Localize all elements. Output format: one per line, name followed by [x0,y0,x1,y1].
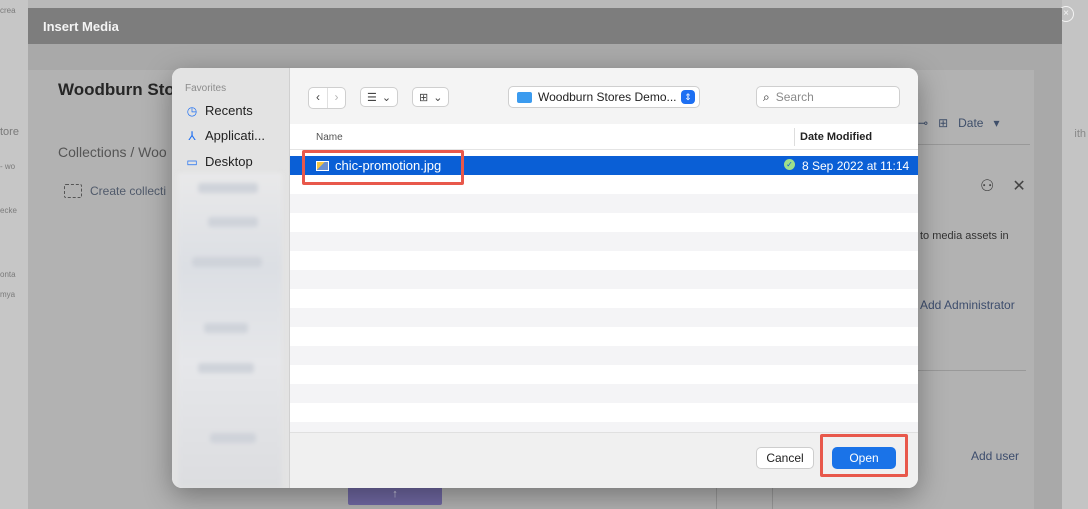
file-date: 8 Sep 2022 at 11:14 [802,159,910,173]
divider [918,144,1030,145]
bg-fragment: crea [0,6,16,15]
annotation-highlight-open [820,434,908,477]
column-date-modified[interactable]: Date Modified [800,131,872,143]
sort-control[interactable]: ⊸ ⊞ Date ▾ [918,116,1000,130]
sidebar-item-applications[interactable]: ⅄ Applicati... [185,128,265,143]
empty-row [290,308,918,327]
bg-fragment: mya [0,290,16,299]
sidebar-section-favorites: Favorites [185,83,227,94]
cancel-button[interactable]: Cancel [756,447,814,469]
annotation-highlight-file [302,150,464,185]
column-separator [794,128,795,146]
bg-fragment: onta [0,270,16,279]
dialog-sidebar: Favorites ◷ Recents ⅄ Applicati... ▭ Des… [172,68,290,488]
icon-view-button[interactable]: ⊞ ⌄ [412,87,450,107]
blurred-item [210,433,256,443]
location-popup[interactable]: Woodburn Stores Demo... ⇕ [508,86,700,108]
applications-icon: ⅄ [188,128,196,143]
blurred-item [198,183,258,193]
folder-icon [517,91,532,103]
search-input[interactable] [775,90,876,104]
sidebar-blurred-region [178,173,282,488]
create-collection-button[interactable]: Create collecti [64,184,166,198]
sidebar-item-recents[interactable]: ◷ Recents [185,103,253,118]
navigation-buttons: ‹ › [308,87,346,109]
caret-down-icon: ▾ [993,116,1000,130]
column-name[interactable]: Name [316,132,343,143]
filter-icon: ⊸ [918,116,929,130]
sidebar-item-desktop[interactable]: ▭ Desktop [185,154,253,169]
background-left-strip: crea tore - wo ecke onta mya [0,0,28,509]
empty-row [290,194,918,213]
list-view-button[interactable]: ☰ ⌄ [360,87,399,107]
add-administrator-link[interactable]: Add Administrator [920,298,1015,312]
blurred-item [198,363,254,373]
bg-fragment: ith [1074,128,1086,140]
chevron-down-icon: ⌄ [433,91,443,104]
empty-row [290,384,918,403]
dialog-toolbar: ‹ › ☰ ⌄ ⊞ ⌄ Woodburn Stores Demo... ⇕ ⌕ [290,68,918,124]
blurred-item [208,217,258,227]
chevron-down-icon: ⌄ [381,91,392,104]
empty-row [290,270,918,289]
blurred-item [192,257,262,267]
search-icon: ⌕ [763,89,770,104]
bg-fragment: tore [0,126,19,138]
desktop-icon: ▭ [186,154,198,169]
location-label: Woodburn Stores Demo... [538,90,677,104]
blurred-item [204,323,248,333]
grid-icon: ⊞ [419,91,429,104]
sidebar-item-label: Recents [205,103,253,118]
column-header: Name Date Modified [290,124,918,150]
folder-add-icon [64,184,82,198]
sidebar-item-label: Desktop [205,154,253,169]
store-title: Woodburn Sto [58,80,175,99]
background-right-strip: ith [1062,0,1088,509]
empty-row [290,422,918,432]
create-collection-label: Create collecti [90,184,167,198]
list-icon: ☰ [367,91,377,104]
sort-label: Date [958,116,984,130]
search-field[interactable]: ⌕ [756,86,900,108]
modal-header: Insert Media [28,8,1062,44]
close-panel-icon[interactable]: ✕ [1012,176,1025,196]
empty-row [290,232,918,251]
divider [918,370,1026,371]
updown-chevron-icon: ⇕ [681,90,695,104]
grid-icon: ⊞ [938,116,949,130]
sync-check-icon: ✓ [784,159,795,170]
clock-icon: ◷ [186,103,198,118]
bg-fragment: ecke [0,206,17,215]
right-panel-icons: ⚇ ✕ [980,176,1026,196]
file-open-dialog: Favorites ◷ Recents ⅄ Applicati... ▭ Des… [172,68,918,488]
panel-description: to media assets in [920,230,1009,242]
sidebar-item-label: Applicati... [205,128,265,143]
empty-row [290,346,918,365]
forward-button[interactable]: › [327,88,345,108]
bg-fragment: - wo [0,162,16,171]
breadcrumb[interactable]: Collections / Woo [58,144,167,160]
add-user-link[interactable]: Add user [971,449,1019,463]
modal-title: Insert Media [43,18,119,34]
back-button[interactable]: ‹ [309,88,327,108]
add-person-icon[interactable]: ⚇ [980,176,994,196]
